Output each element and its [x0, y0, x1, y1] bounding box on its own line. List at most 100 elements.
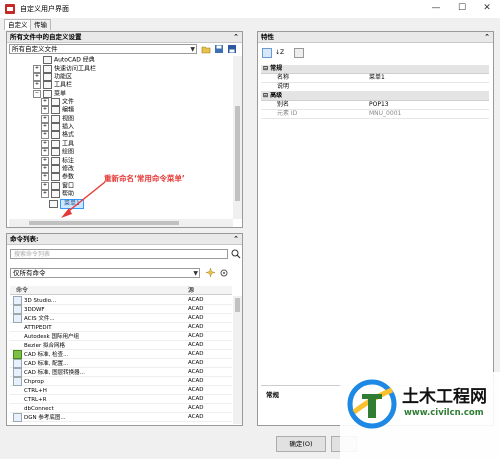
folder-icon [43, 73, 52, 81]
command-list-columns: 命令 源 [10, 286, 232, 295]
customizations-panel-header: 所有文件中的自定义设置 ⌃ [7, 32, 242, 43]
command-row[interactable]: 3D Studio... ACAD [10, 296, 232, 305]
command-icon [13, 368, 22, 377]
tree-item-menu-draw[interactable]: + 绘图 [41, 148, 74, 156]
tree-scrollbar[interactable] [233, 56, 242, 219]
menu-icon [49, 199, 58, 208]
tree-item-autocad-classic[interactable]: AutoCAD 经典 [43, 56, 95, 64]
tree-item-toolbars[interactable]: + 工具栏 [33, 81, 72, 89]
customizations-panel-title: 所有文件中的自定义设置 [10, 33, 82, 41]
expand-icon[interactable]: + [41, 182, 49, 190]
categorized-view-icon[interactable] [262, 48, 272, 58]
expand-icon[interactable]: + [41, 123, 49, 131]
expand-icon[interactable]: + [41, 98, 49, 106]
command-row[interactable]: CTRL+H ACAD [10, 386, 232, 395]
expand-icon[interactable]: + [41, 140, 49, 148]
customization-file-select[interactable]: 所有自定义文件 ▼ [9, 44, 197, 54]
expand-icon[interactable]: + [41, 148, 49, 156]
column-source[interactable]: 源 [188, 286, 194, 295]
maximize-button[interactable]: ☐ [451, 1, 473, 16]
column-command[interactable]: 命令 [16, 286, 28, 295]
collapse-icon[interactable]: ⌃ [233, 32, 239, 42]
ok-button[interactable]: 确定(O) [276, 436, 326, 452]
property-category[interactable]: ⊟ 常规 [261, 65, 489, 74]
property-category[interactable]: ⊟ 高级 [261, 92, 489, 101]
search-icon[interactable] [231, 248, 241, 260]
command-list-scrollbar-thumb[interactable] [235, 298, 240, 312]
collapse-icon[interactable]: ⌃ [233, 234, 239, 244]
command-row[interactable]: Bezier 拟合网格 ACAD [10, 341, 232, 350]
command-settings-icon[interactable] [219, 267, 230, 278]
expand-icon[interactable]: + [41, 157, 49, 165]
tree-hscrollbar-thumb[interactable] [29, 221, 179, 225]
collapse-tree-icon[interactable]: − [33, 90, 41, 98]
command-row[interactable]: 3DDWF ACAD [10, 305, 232, 314]
expand-icon[interactable]: + [33, 81, 41, 89]
tab-customize[interactable]: 自定义 [4, 19, 32, 30]
property-row[interactable]: 名称 菜单1 [261, 74, 489, 83]
new-command-icon[interactable] [205, 267, 216, 278]
watermark-brand: 土木工程网 [402, 387, 487, 407]
command-list-panel: 命令列表: ⌃ 搜索命令列表 仅所有命令 ▼ 命令 源 3D Studio...… [6, 233, 243, 426]
expand-icon[interactable]: + [41, 173, 49, 181]
property-pages-icon[interactable] [294, 48, 304, 58]
title-bar: 自定义用户界面 — ☐ ✕ [0, 0, 500, 18]
collapse-icon[interactable]: ⌃ [484, 32, 490, 42]
expand-icon[interactable]: + [41, 115, 49, 123]
sort-alpha-icon[interactable]: ↓Z [275, 47, 287, 59]
close-button[interactable]: ✕ [476, 1, 498, 16]
menu-icon [51, 131, 60, 139]
command-icon [13, 341, 22, 350]
expand-icon[interactable]: + [33, 65, 41, 73]
command-row[interactable]: CAD 标准, 图层转换器... ACAD [10, 368, 232, 377]
command-row[interactable]: CAD 标准, 检查... ACAD [10, 350, 232, 359]
expand-icon[interactable]: + [41, 106, 49, 114]
customization-file-select-value: 所有自定义文件 [12, 45, 58, 53]
expand-icon[interactable]: + [41, 190, 49, 198]
menu-icon [51, 148, 60, 156]
tree-hscrollbar[interactable] [9, 219, 233, 227]
command-icon [13, 296, 22, 305]
command-icon [13, 395, 22, 404]
tab-transfer[interactable]: 传输 [30, 19, 51, 30]
tree-scrollbar-thumb[interactable] [235, 106, 240, 201]
command-icon [13, 404, 22, 413]
command-row[interactable]: CAD 标准, 配置... ACAD [10, 359, 232, 368]
tab-bar: 自定义 传输 [0, 18, 500, 30]
properties-panel-title: 特性 [261, 33, 274, 41]
save-icon[interactable] [214, 44, 224, 54]
annotation-arrow [61, 181, 106, 218]
command-filter-select[interactable]: 仅所有命令 ▼ [10, 268, 200, 278]
command-list-title: 命令列表: [10, 235, 39, 243]
save-as-icon[interactable] [227, 44, 237, 54]
description-title: 常规 [266, 391, 279, 399]
command-row[interactable]: Autodesk 国际用户组 ACAD [10, 332, 232, 341]
properties-panel-header: 特性 ⌃ [258, 32, 493, 43]
menu-icon [51, 106, 60, 114]
expand-icon[interactable]: + [41, 165, 49, 173]
folder-icon [43, 65, 52, 73]
expand-icon[interactable]: + [41, 131, 49, 139]
property-row[interactable]: 元素 ID MNU_0001 [261, 110, 489, 119]
chevron-down-icon: ▼ [193, 270, 198, 277]
command-row[interactable]: Chprop ACAD [10, 377, 232, 386]
tree-item-menu-edit[interactable]: + 编辑 [41, 106, 74, 114]
expand-icon[interactable]: + [33, 73, 41, 81]
open-file-icon[interactable] [201, 44, 211, 54]
folder-icon [43, 81, 52, 89]
command-row[interactable]: DGN 参考底图... ACAD [10, 413, 232, 422]
command-row[interactable]: ACIS 文件... ACAD [10, 314, 232, 323]
menu-icon [51, 140, 60, 148]
command-row[interactable]: CTRL+R ACAD [10, 395, 232, 404]
chevron-down-icon: ▼ [190, 46, 195, 53]
command-row[interactable]: dbConnect ACAD [10, 404, 232, 413]
property-row[interactable]: 别名 POP13 [261, 101, 489, 110]
property-row[interactable]: 说明 [261, 83, 489, 92]
command-row[interactable]: ATTIPEDIT ACAD [10, 323, 232, 332]
tree-item-menu-format[interactable]: + 格式 [41, 131, 74, 139]
annotation-text: 重新命名‘常用命令菜单’ [104, 174, 185, 183]
command-list-scrollbar[interactable] [233, 296, 242, 424]
property-grid: ⊟ 常规 名称 菜单1 说明 ⊟ 高级 别名 POP13 元素 ID MNU_0001 [261, 65, 489, 157]
command-search-input[interactable]: 搜索命令列表 [10, 249, 228, 259]
minimize-button[interactable]: — [425, 1, 447, 16]
